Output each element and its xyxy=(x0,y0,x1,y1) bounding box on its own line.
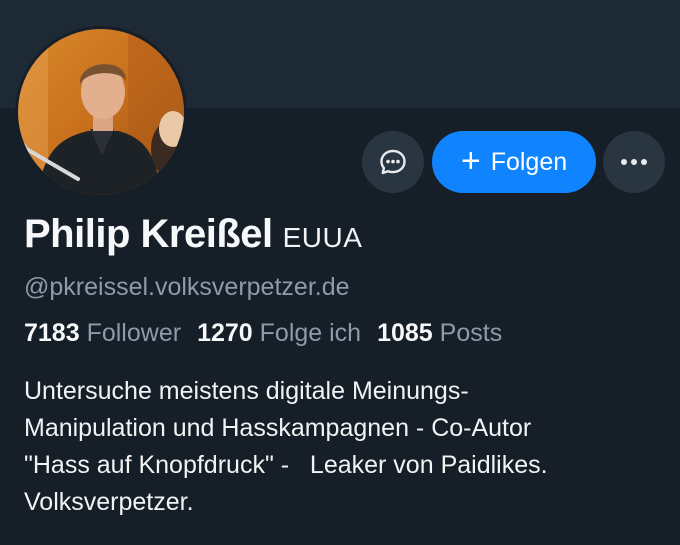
bio-line: Untersuche meistens digitale Meinungs- xyxy=(24,377,469,405)
bio-line: "Hass auf Knopfdruck" - Leaker von Paidl… xyxy=(24,451,548,479)
plus-icon: + xyxy=(460,141,481,180)
bio-line: Volksverpetzer. xyxy=(24,488,194,516)
profile-name-row: Philip Kreißel EUUA xyxy=(24,212,362,257)
following-label: Folge ich xyxy=(259,319,362,347)
more-options-button[interactable] xyxy=(603,131,665,193)
posts-label: Posts xyxy=(439,319,503,347)
profile-bio: Untersuche meistens digitale Meinungs- M… xyxy=(24,373,664,521)
followers-label: Follower xyxy=(86,319,182,347)
posts-stat: 1085 Posts xyxy=(377,319,502,348)
followers-stat[interactable]: 7183 Follower xyxy=(24,319,181,348)
profile-handle[interactable]: @pkreissel.volksverpetzer.de xyxy=(24,273,350,302)
following-count: 1270 xyxy=(197,319,253,347)
profile-stats: 7183 Follower 1270 Folge ich 1085 Posts xyxy=(24,319,502,348)
message-button[interactable] xyxy=(362,131,424,193)
display-name: Philip Kreißel xyxy=(24,212,273,256)
name-badge: EUUA xyxy=(282,222,363,253)
bio-line: Manipulation und Hasskampagnen - Co-Auto… xyxy=(24,414,532,442)
follow-button[interactable]: + Folgen xyxy=(432,131,596,193)
more-dots-icon xyxy=(621,159,647,165)
followers-count: 7183 xyxy=(24,319,80,347)
avatar[interactable] xyxy=(15,26,187,198)
posts-count: 1085 xyxy=(377,319,433,347)
avatar-photo xyxy=(18,29,184,195)
chat-bubble-icon xyxy=(380,149,406,175)
follow-label: Folgen xyxy=(490,147,568,176)
following-stat[interactable]: 1270 Folge ich xyxy=(197,319,361,348)
